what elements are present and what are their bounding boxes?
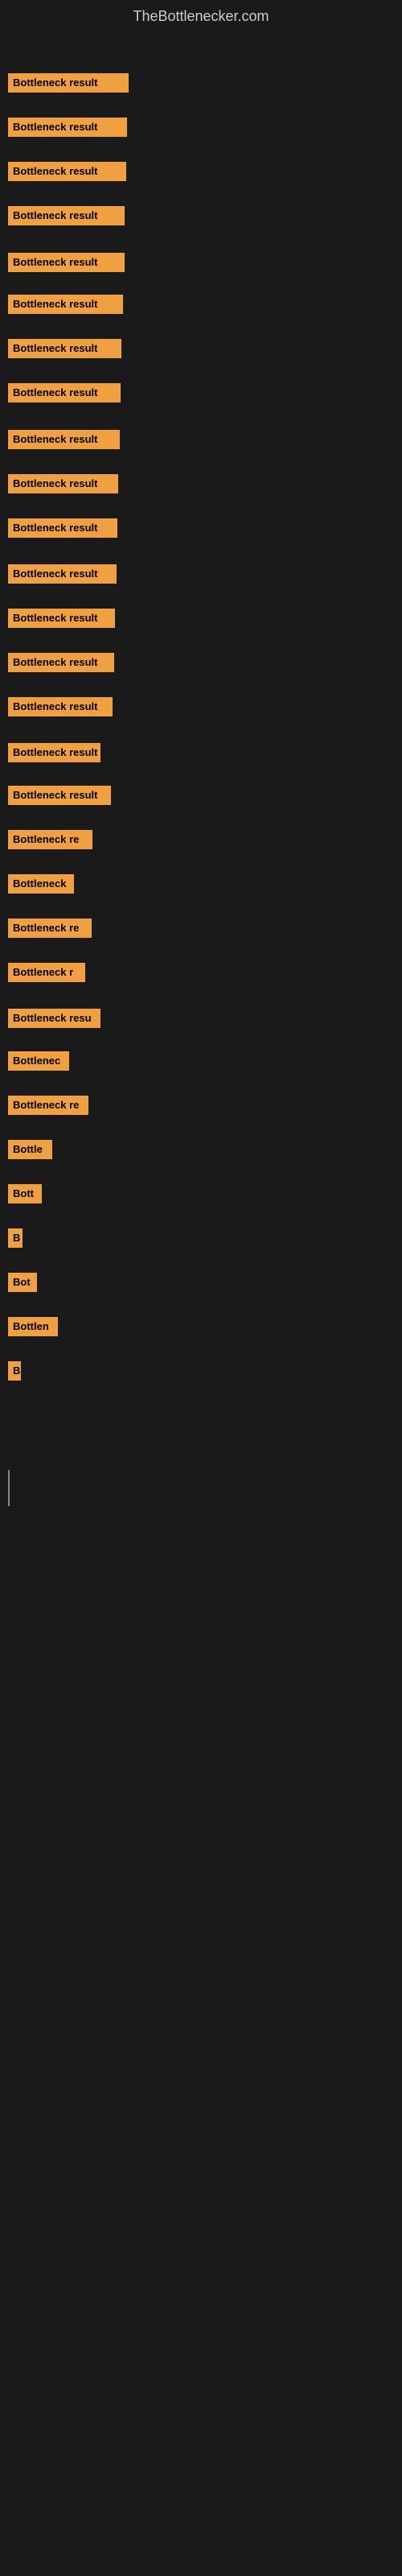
- bottleneck-bar-4[interactable]: Bottleneck result: [8, 206, 125, 225]
- bottleneck-bar-28[interactable]: Bot: [8, 1273, 37, 1292]
- bottleneck-row-15: Bottleneck result: [0, 697, 402, 720]
- bottleneck-row-9: Bottleneck result: [0, 430, 402, 453]
- bottleneck-row-30: B: [0, 1361, 402, 1385]
- bottleneck-bar-21[interactable]: Bottleneck r: [8, 963, 85, 982]
- bottleneck-row-13: Bottleneck result: [0, 609, 402, 632]
- bottleneck-bar-17[interactable]: Bottleneck result: [8, 786, 111, 805]
- bottleneck-row-18: Bottleneck re: [0, 830, 402, 853]
- text-cursor: [8, 1470, 10, 1506]
- bottleneck-row-17: Bottleneck result: [0, 786, 402, 809]
- bottleneck-bar-22[interactable]: Bottleneck resu: [8, 1009, 100, 1028]
- bottleneck-bar-25[interactable]: Bottle: [8, 1140, 52, 1159]
- bottleneck-row-22: Bottleneck resu: [0, 1009, 402, 1032]
- bottleneck-bar-7[interactable]: Bottleneck result: [8, 339, 121, 358]
- bottleneck-row-1: Bottleneck result: [0, 73, 402, 97]
- bottleneck-row-12: Bottleneck result: [0, 564, 402, 588]
- bottleneck-row-23: Bottlenec: [0, 1051, 402, 1075]
- bottleneck-bar-10[interactable]: Bottleneck result: [8, 474, 118, 493]
- bottleneck-bar-14[interactable]: Bottleneck result: [8, 653, 114, 672]
- bottleneck-row-5: Bottleneck result: [0, 253, 402, 276]
- bottleneck-row-10: Bottleneck result: [0, 474, 402, 497]
- bottleneck-bar-3[interactable]: Bottleneck result: [8, 162, 126, 181]
- bottleneck-bar-1[interactable]: Bottleneck result: [8, 73, 129, 93]
- bottleneck-row-19: Bottleneck: [0, 874, 402, 898]
- bottleneck-bar-11[interactable]: Bottleneck result: [8, 518, 117, 538]
- bottleneck-bar-19[interactable]: Bottleneck: [8, 874, 74, 894]
- bottleneck-row-25: Bottle: [0, 1140, 402, 1163]
- bottleneck-bar-15[interactable]: Bottleneck result: [8, 697, 113, 716]
- bottleneck-row-3: Bottleneck result: [0, 162, 402, 185]
- bottleneck-bar-9[interactable]: Bottleneck result: [8, 430, 120, 449]
- bottleneck-row-28: Bot: [0, 1273, 402, 1296]
- bottleneck-row-20: Bottleneck re: [0, 919, 402, 942]
- bottleneck-row-16: Bottleneck result: [0, 743, 402, 766]
- bottleneck-row-4: Bottleneck result: [0, 206, 402, 229]
- bottleneck-row-26: Bott: [0, 1184, 402, 1208]
- bottleneck-bar-12[interactable]: Bottleneck result: [8, 564, 117, 584]
- bottleneck-bar-20[interactable]: Bottleneck re: [8, 919, 92, 938]
- bottleneck-row-2: Bottleneck result: [0, 118, 402, 141]
- bottleneck-bar-30[interactable]: B: [8, 1361, 21, 1381]
- bottleneck-bar-2[interactable]: Bottleneck result: [8, 118, 127, 137]
- bottleneck-bar-16[interactable]: Bottleneck result: [8, 743, 100, 762]
- bottleneck-bar-5[interactable]: Bottleneck result: [8, 253, 125, 272]
- bottleneck-row-29: Bottlen: [0, 1317, 402, 1340]
- bottleneck-bar-29[interactable]: Bottlen: [8, 1317, 58, 1336]
- site-title: TheBottlenecker.com: [0, 0, 402, 37]
- bottleneck-row-21: Bottleneck r: [0, 963, 402, 986]
- bottleneck-row-6: Bottleneck result: [0, 295, 402, 318]
- bottleneck-bar-13[interactable]: Bottleneck result: [8, 609, 115, 628]
- bottleneck-bar-27[interactable]: B: [8, 1228, 23, 1248]
- bottleneck-row-14: Bottleneck result: [0, 653, 402, 676]
- bottleneck-bar-24[interactable]: Bottleneck re: [8, 1096, 88, 1115]
- bottleneck-row-7: Bottleneck result: [0, 339, 402, 362]
- bottleneck-bar-26[interactable]: Bott: [8, 1184, 42, 1203]
- bottleneck-bar-18[interactable]: Bottleneck re: [8, 830, 92, 849]
- bottleneck-bar-6[interactable]: Bottleneck result: [8, 295, 123, 314]
- bottleneck-row-27: B: [0, 1228, 402, 1252]
- bottleneck-bar-23[interactable]: Bottlenec: [8, 1051, 69, 1071]
- bottleneck-row-8: Bottleneck result: [0, 383, 402, 407]
- bottleneck-row-24: Bottleneck re: [0, 1096, 402, 1119]
- bottleneck-bar-8[interactable]: Bottleneck result: [8, 383, 121, 402]
- bottleneck-row-11: Bottleneck result: [0, 518, 402, 542]
